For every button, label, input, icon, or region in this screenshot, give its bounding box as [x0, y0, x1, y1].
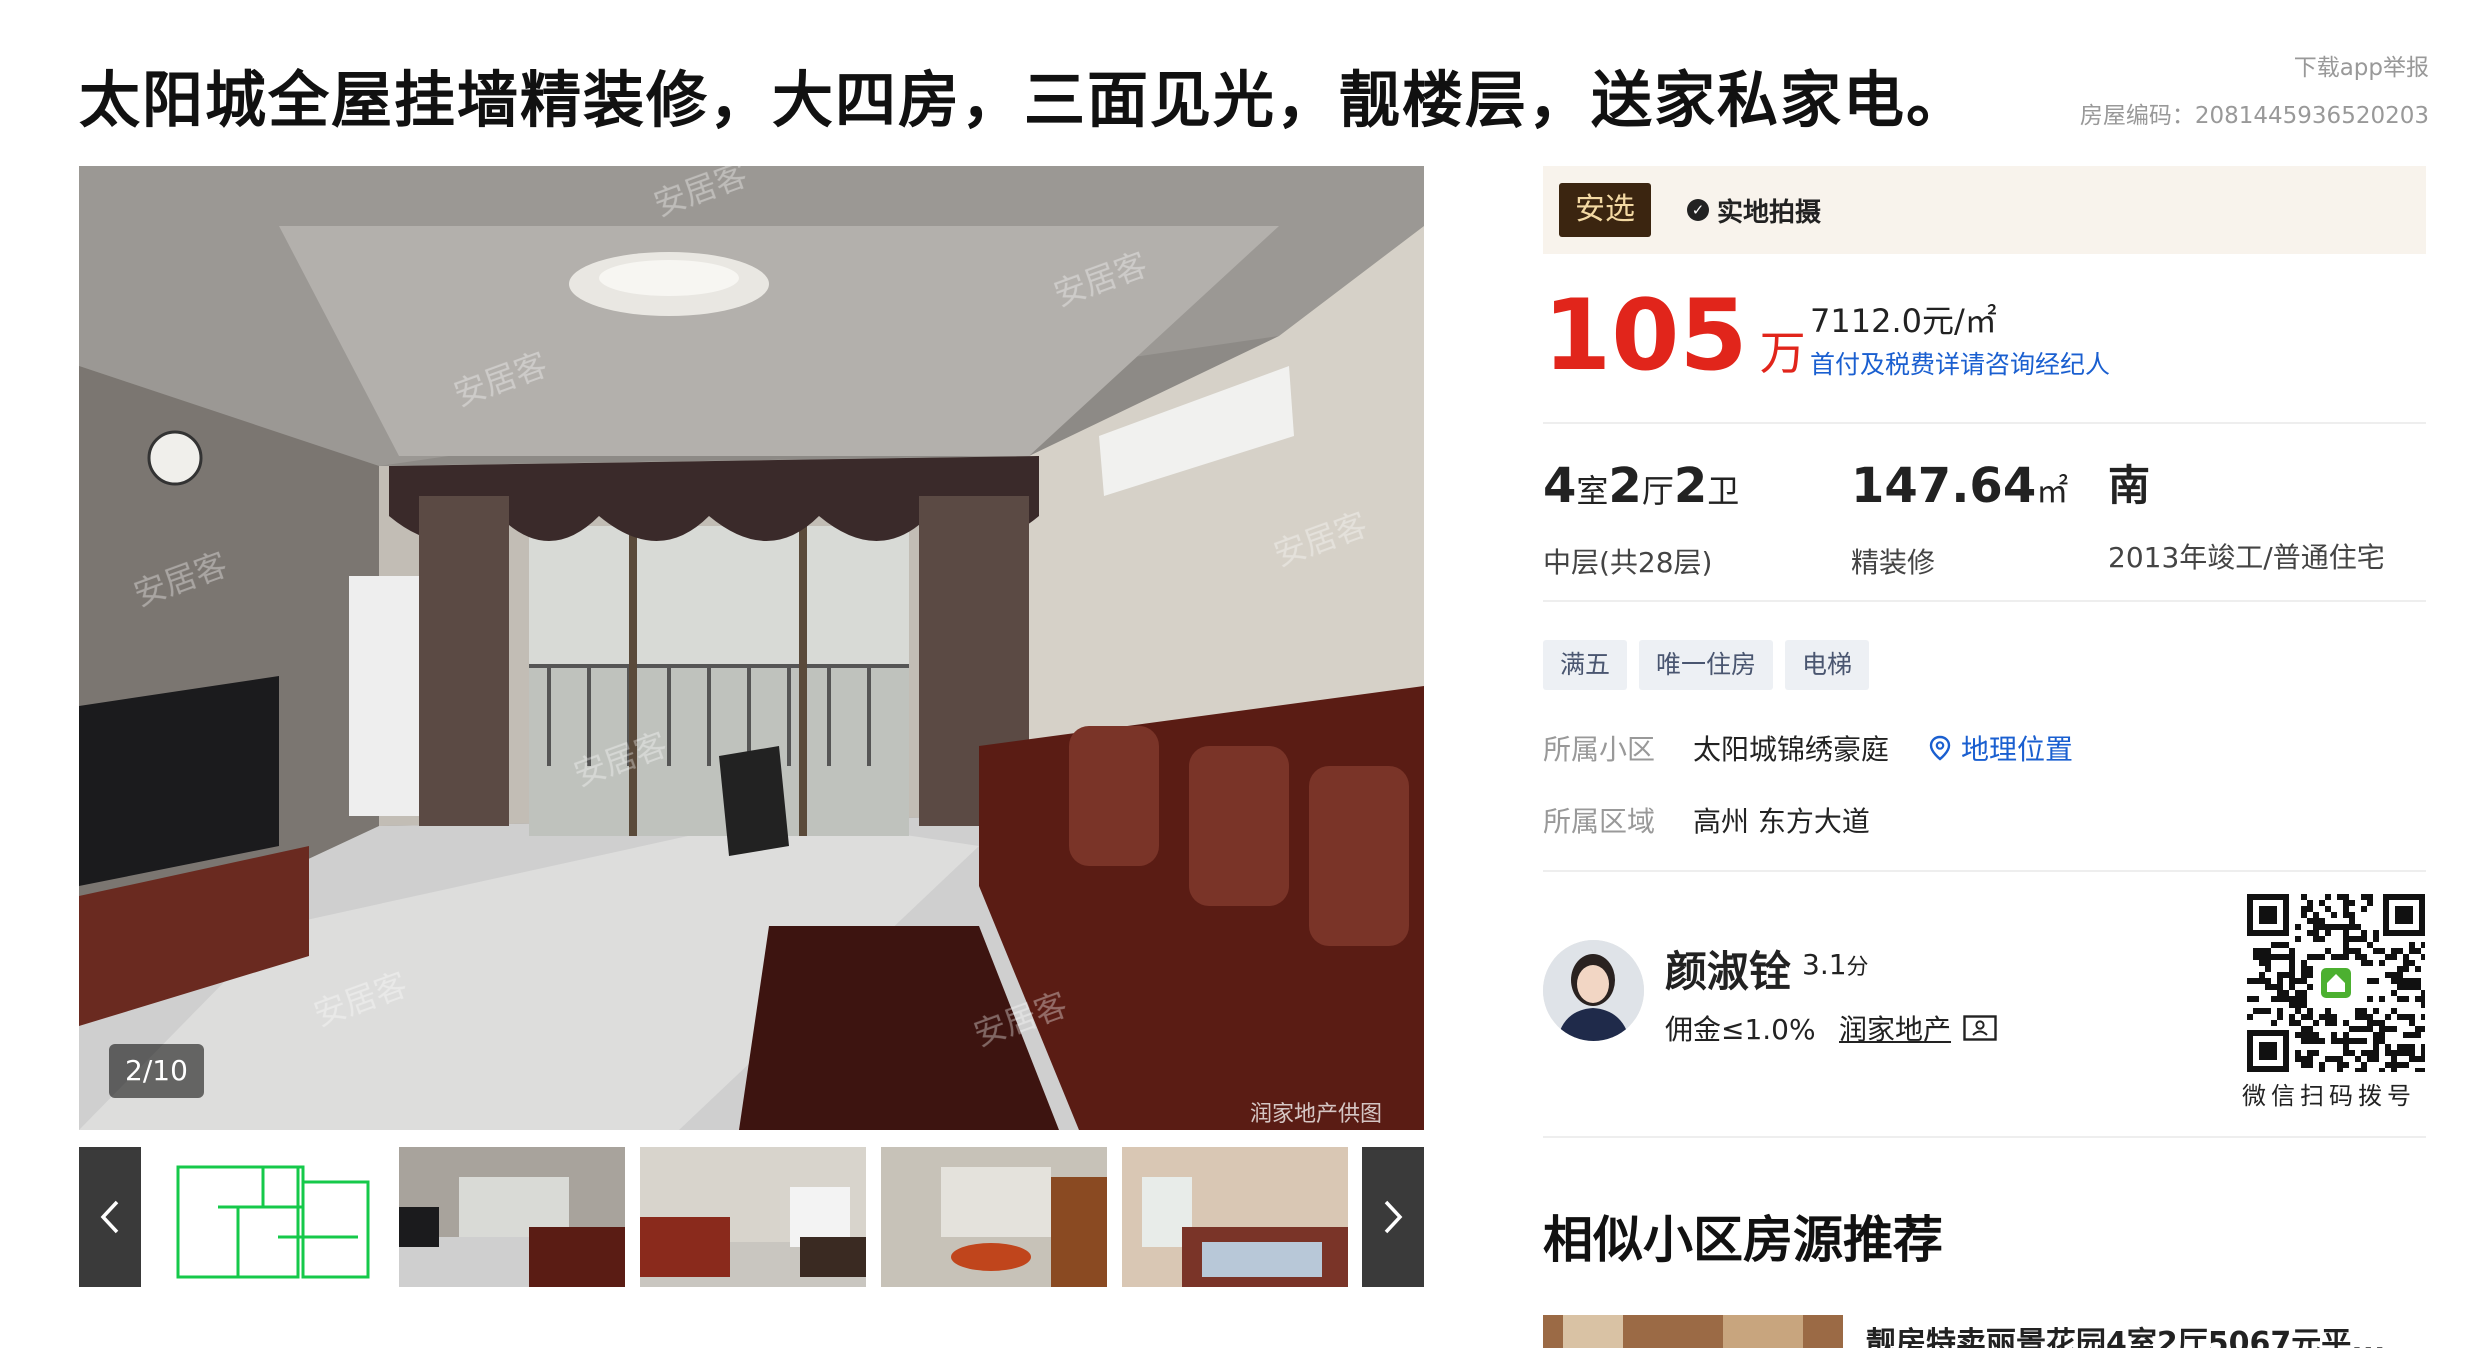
- area-unit: ㎡: [2036, 472, 2069, 510]
- bedroom-unit: 室: [1576, 472, 1609, 510]
- floor-info: 中层(共28层): [1543, 546, 1713, 579]
- community-row: 所属小区 太阳城锦绣豪庭 地理位置: [1543, 728, 2073, 768]
- agent-score-unit: 分: [1846, 955, 1869, 980]
- photo-counter: 2/10: [109, 1044, 204, 1098]
- thumbnail-prev-button[interactable]: [79, 1147, 141, 1287]
- agent-score: 3.1分: [1802, 948, 1869, 981]
- fact-area: 147.64㎡ 精装修: [1851, 458, 2068, 581]
- thumbnail-dining-room[interactable]: [881, 1147, 1107, 1287]
- bath-unit: 卫: [1707, 472, 1740, 510]
- anxuan-badge: 安选: [1559, 183, 1651, 237]
- thumbnail-living-room[interactable]: [399, 1147, 625, 1287]
- sofa-room-thumb-image: [640, 1147, 866, 1287]
- total-price-value: 105: [1543, 279, 1748, 393]
- divider: [1543, 1136, 2426, 1138]
- photo-credit: 润家地产供图: [1250, 1102, 1383, 1127]
- house-code-label: 房屋编码：: [2079, 103, 2195, 129]
- check-icon: ✓: [1687, 199, 1709, 221]
- badge-bar: 安选 ✓ 实地拍摄: [1543, 166, 2426, 254]
- hall-count: 2: [1608, 458, 1642, 514]
- house-code-value: 2081445936520203: [2194, 103, 2429, 129]
- chevron-right-icon: [1384, 1200, 1403, 1234]
- qr-badge-label: 安居客: [2327, 998, 2345, 1006]
- qr-caption: 微信扫码拨号: [2242, 1082, 2416, 1110]
- geo-location-label: 地理位置: [1961, 733, 2074, 766]
- hall-unit: 厅: [1641, 472, 1674, 510]
- recommendation-title[interactable]: 靓房特卖丽景花园4室2厅5067元平...: [1866, 1318, 2426, 1348]
- unit-price: 7112.0元/㎡: [1810, 302, 1997, 340]
- total-price-unit: 万: [1759, 326, 1806, 380]
- recommendation-thumb-image: [1543, 1315, 1843, 1348]
- divider: [1543, 422, 2426, 424]
- feature-tags: 满五 唯一住房 电梯: [1543, 640, 1870, 690]
- page-title: 太阳城全屋挂墙精装修，大四房，三面见光，靓楼层，送家私家电。: [79, 65, 1970, 136]
- total-price: 105 万: [1543, 283, 1806, 389]
- decoration-info: 精装修: [1851, 546, 1936, 579]
- agent-photo: [1543, 940, 1644, 1041]
- community-name[interactable]: 太阳城锦绣豪庭: [1693, 728, 1889, 768]
- wechat-qr-code[interactable]: 安居客: [2247, 894, 2427, 1074]
- room-layout: 4室2厅2卫: [1543, 458, 1739, 519]
- tag: 电梯: [1785, 640, 1870, 690]
- house-code: 房屋编码：2081445936520203: [2080, 96, 2429, 130]
- commission-rate: 佣金≤1.0%: [1665, 1013, 1816, 1046]
- bedroom-count: 4: [1543, 458, 1577, 514]
- header-links: 下载app举报: [2080, 48, 2429, 82]
- bedroom-thumb-image: [1122, 1147, 1348, 1287]
- area: 147.64㎡: [1851, 458, 2068, 519]
- agent-score-value: 3.1: [1802, 948, 1847, 981]
- geo-location-link[interactable]: 地理位置: [1929, 728, 2073, 768]
- build-info: 2013年竣工/普通住宅: [2108, 541, 2385, 574]
- divider: [1543, 600, 2426, 602]
- download-app-link[interactable]: 下载app: [2294, 55, 2383, 81]
- thumbnail-bedroom[interactable]: [1122, 1147, 1348, 1287]
- district-label: 所属区域: [1543, 805, 1656, 838]
- orientation: 南: [2108, 461, 2151, 510]
- thumbnail-sofa-room[interactable]: [640, 1147, 866, 1287]
- community-label: 所属小区: [1543, 733, 1656, 766]
- tag: 唯一住房: [1639, 640, 1774, 690]
- fact-layout: 4室2厅2卫 中层(共28层): [1543, 458, 1739, 581]
- district-name[interactable]: 高州 东方大道: [1693, 800, 1870, 840]
- recommendation-thumbnail[interactable]: [1543, 1315, 1843, 1348]
- area-value: 147.64: [1851, 458, 2037, 514]
- agent-name[interactable]: 颜淑铨: [1665, 938, 1791, 999]
- thumbnail-strip: [79, 1147, 1424, 1287]
- district-row: 所属区域 高州 东方大道: [1543, 800, 1870, 840]
- header-meta: 下载app举报 房屋编码：2081445936520203: [2080, 48, 2429, 130]
- divider: [1543, 870, 2426, 872]
- onsite-photo-label: 实地拍摄: [1717, 197, 1822, 228]
- floor-plan-image: [176, 1165, 370, 1279]
- thumbnail-next-button[interactable]: [1362, 1147, 1424, 1287]
- main-photo[interactable]: 安居客 安居客 安居客 安居客 安居客 安居客 安居客 安居客: [79, 166, 1424, 1130]
- onsite-photo-badge: ✓ 实地拍摄: [1687, 188, 1821, 232]
- agent-company-link[interactable]: 润家地产: [1839, 1008, 1997, 1048]
- living-room-photo: 安居客 安居客 安居客 安居客 安居客 安居客 安居客 安居客: [79, 166, 1424, 1130]
- chevron-left-icon: [100, 1200, 119, 1234]
- fact-orientation: 南 2013年竣工/普通住宅: [2108, 458, 2385, 576]
- qr-code-icon: 安居客: [2247, 894, 2427, 1074]
- bath-count: 2: [1673, 458, 1708, 514]
- agent-avatar[interactable]: [1543, 940, 1644, 1041]
- consult-agent-link[interactable]: 首付及税费详请咨询经纪人: [1810, 345, 2110, 381]
- business-card-icon[interactable]: [1963, 1015, 1997, 1041]
- dining-room-thumb-image: [881, 1147, 1107, 1287]
- similar-listings-title: 相似小区房源推荐: [1543, 1211, 1943, 1269]
- agent-company-name: 润家地产: [1839, 1013, 1952, 1046]
- living-room-thumb-image: [399, 1147, 625, 1287]
- thumbnail-floor-plan[interactable]: [158, 1147, 384, 1287]
- report-link[interactable]: 举报: [2383, 55, 2429, 81]
- tag: 满五: [1543, 640, 1628, 690]
- location-pin-icon: [1929, 735, 1951, 761]
